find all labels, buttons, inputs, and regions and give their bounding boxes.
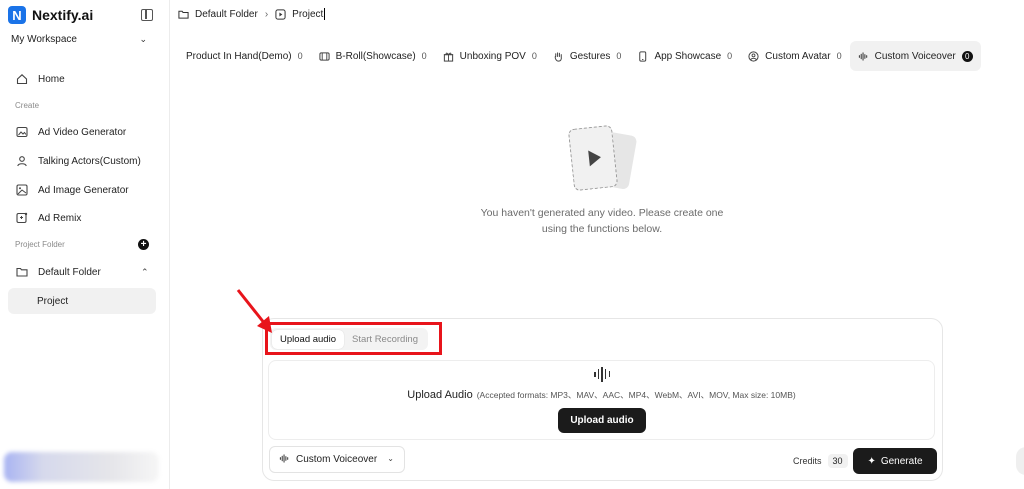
- chevron-down-icon: ⌄: [139, 34, 147, 44]
- voice-type-select[interactable]: Custom Voiceover ⌄: [269, 446, 405, 473]
- section-label-create: Create: [15, 101, 40, 110]
- sidebar-item-ad-video-generator[interactable]: Ad Video Generator: [8, 119, 156, 145]
- tab-b-roll[interactable]: B-Roll(Showcase) 0: [311, 41, 435, 71]
- brand-logo-icon: N: [8, 6, 26, 24]
- chevron-up-icon[interactable]: ⌃: [141, 267, 149, 278]
- tab-count: 0: [961, 50, 973, 62]
- tab-count: 0: [616, 51, 622, 61]
- credits-indicator: Credits 30: [793, 454, 848, 468]
- sidebar-item-label: Project: [37, 295, 69, 307]
- avatar-icon: [748, 50, 759, 62]
- tab-count: 0: [421, 51, 427, 61]
- image-icon: [16, 184, 28, 196]
- tab-count: 0: [297, 51, 303, 61]
- home-icon: [16, 73, 28, 85]
- chevron-right-icon: ›: [264, 8, 269, 20]
- folder-icon: [178, 9, 189, 20]
- folder-icon: [16, 266, 28, 278]
- breadcrumb-project[interactable]: Project: [292, 9, 323, 20]
- template-tabs: Product In Hand(Demo) 0 B-Roll(Showcase)…: [178, 41, 981, 71]
- sidebar-item-label: Ad Image Generator: [38, 184, 129, 196]
- waveform-icon: [594, 366, 610, 382]
- generate-label: Generate: [880, 455, 923, 467]
- brand[interactable]: N Nextify.ai: [8, 6, 93, 24]
- tab-custom-voiceover[interactable]: Custom Voiceover 0: [849, 41, 981, 71]
- video-card-icon: [567, 124, 619, 192]
- empty-video-illustration: [567, 123, 638, 193]
- phone-icon: [637, 50, 648, 62]
- upload-audio-heading: Upload Audio (Accepted formats: MP3、MAV、A…: [268, 389, 935, 401]
- sidebar-item-label: Home: [38, 73, 65, 85]
- accepted-formats-text: (Accepted formats: MP3、MAV、AAC、MP4、WebM、…: [476, 390, 796, 400]
- play-square-icon: [275, 8, 286, 20]
- voice-select-value: Custom Voiceover: [296, 454, 378, 465]
- breadcrumb-folder[interactable]: Default Folder: [195, 9, 258, 20]
- tab-gestures[interactable]: Gestures 0: [545, 41, 630, 71]
- tab-label: B-Roll(Showcase): [335, 50, 416, 62]
- section-label-project-folder: Project Folder: [15, 240, 65, 249]
- chevron-down-icon: ⌄: [387, 454, 394, 463]
- tab-unboxing-pov[interactable]: Unboxing POV 0: [435, 41, 545, 71]
- sidebar-item-project[interactable]: Project: [8, 288, 156, 314]
- tab-label: Gestures: [569, 50, 611, 62]
- sidebar-item-talking-actors[interactable]: Talking Actors(Custom): [8, 148, 156, 174]
- upload-audio-button[interactable]: Upload audio: [558, 408, 646, 433]
- tab-custom-avatar[interactable]: Custom Avatar 0: [740, 41, 849, 71]
- tab-label: Custom Avatar: [765, 50, 831, 62]
- workspace-selector[interactable]: My Workspace ⌄: [11, 34, 147, 45]
- hand-icon: [553, 51, 564, 62]
- tab-label: Product In Hand(Demo): [186, 50, 292, 62]
- sidebar-item-label: Default Folder: [38, 266, 101, 278]
- film-icon: [319, 51, 330, 62]
- text-cursor: [324, 8, 326, 20]
- brand-name: Nextify.ai: [32, 7, 94, 23]
- credits-label: Credits: [793, 456, 822, 466]
- tab-app-showcase[interactable]: App Showcase 0: [629, 41, 740, 71]
- sidebar: N Nextify.ai My Workspace ⌄ Home Create …: [0, 0, 170, 489]
- tab-label: App Showcase: [654, 50, 722, 62]
- empty-state-message: You haven't generated any video. Please …: [480, 207, 724, 235]
- sidebar-item-label: Ad Remix: [38, 212, 82, 224]
- generate-button[interactable]: ✦ Generate: [853, 448, 937, 474]
- user-profile-avatar[interactable]: [4, 452, 159, 482]
- tab-count: 0: [836, 51, 842, 61]
- breadcrumb: Default Folder › Project: [178, 6, 326, 22]
- film-image-icon: [16, 126, 28, 138]
- sidebar-item-ad-image-generator[interactable]: Ad Image Generator: [8, 177, 156, 203]
- tab-product-in-hand[interactable]: Product In Hand(Demo) 0: [178, 41, 311, 71]
- add-folder-icon[interactable]: +: [138, 239, 149, 250]
- sidebar-item-ad-remix[interactable]: Ad Remix: [8, 205, 156, 231]
- remix-icon: [16, 212, 28, 224]
- sidebar-item-label: Ad Video Generator: [38, 126, 127, 138]
- workspace-name: My Workspace: [11, 34, 77, 45]
- play-icon: [587, 149, 602, 167]
- tab-label: Custom Voiceover: [874, 50, 956, 62]
- person-icon: [16, 155, 28, 167]
- sidebar-collapse-icon[interactable]: [141, 9, 153, 21]
- waveform-icon: [279, 453, 290, 467]
- gift-icon: [443, 51, 454, 62]
- sparkle-icon: ✦: [867, 455, 876, 467]
- sidebar-item-default-folder[interactable]: Default Folder: [8, 259, 156, 285]
- sidebar-item-label: Talking Actors(Custom): [38, 155, 141, 167]
- upload-title: Upload Audio: [407, 389, 473, 401]
- floating-help-button[interactable]: [1016, 447, 1024, 475]
- tab-label: Unboxing POV: [459, 50, 526, 62]
- tab-count: 0: [727, 51, 733, 61]
- annotation-arrow: [236, 289, 272, 333]
- annotation-highlight-box: [265, 322, 442, 355]
- sidebar-item-home[interactable]: Home: [8, 66, 156, 92]
- tab-count: 0: [531, 51, 537, 61]
- credits-value: 30: [827, 454, 848, 468]
- waveform-icon: [858, 51, 869, 62]
